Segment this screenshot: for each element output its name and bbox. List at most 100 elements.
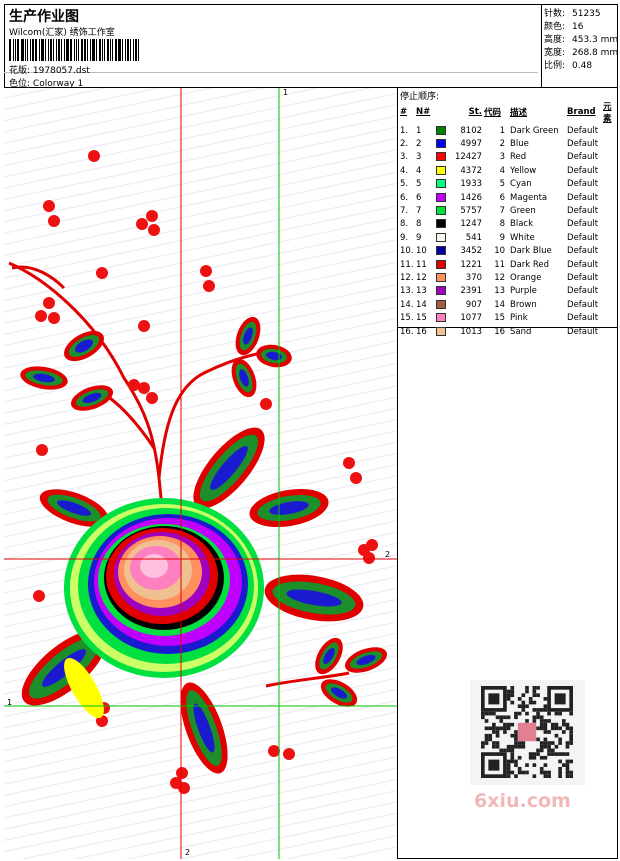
col-desc: 描述 [510, 108, 528, 118]
cell-swatch [435, 271, 449, 284]
barcode-bar [13, 39, 14, 61]
cell-brand: Default [567, 232, 599, 243]
cell-num: 13. [400, 286, 414, 297]
cell-st: 4372 [460, 165, 483, 176]
barcode-bar [27, 39, 28, 61]
table-row[interactable]: 7. 7 5757 7 Green Default [399, 204, 618, 217]
color-swatch [436, 326, 446, 336]
cell-st: 3452 [460, 246, 483, 257]
cell-swatch [435, 298, 449, 311]
cell-desc: Green [510, 206, 536, 217]
cell-code: 10 [494, 246, 506, 257]
barcode-bar [122, 39, 123, 61]
barcode-bar [99, 39, 101, 61]
barcode-bar [81, 39, 83, 61]
table-row[interactable]: 4. 4 4372 4 Yellow Default [399, 164, 618, 177]
berry [350, 472, 362, 484]
cell-code: 12 [494, 272, 506, 283]
barcode-bar [39, 39, 40, 61]
table-row[interactable]: 1. 1 8102 1 Dark Green Default [399, 124, 618, 137]
table-row[interactable]: 13. 13 2391 13 Purple Default [399, 285, 618, 298]
table-row[interactable]: 8. 8 1247 8 Black Default [399, 218, 618, 231]
cell-n: 15 [416, 313, 427, 324]
cell-desc: Magenta [510, 192, 548, 203]
table-row[interactable]: 5. 5 1933 5 Cyan Default [399, 178, 618, 191]
col-st: St. [468, 107, 483, 117]
color-swatch [436, 286, 446, 296]
cell-n: 10 [416, 246, 427, 257]
barcode-bar [41, 39, 44, 61]
color-swatch [436, 259, 446, 269]
cell-code: 14 [494, 299, 506, 310]
stop-sequence-panel: 停止顺序: # N# St. 代码 描述 Brand 元素 1. 1 8102 1 Da… [398, 88, 618, 337]
cell-st: 1221 [460, 259, 483, 270]
color-swatch [436, 313, 446, 323]
cell-desc: Orange [510, 272, 542, 283]
barcode-bar [138, 39, 139, 61]
cell-swatch [435, 137, 449, 150]
cell-swatch [435, 285, 449, 298]
cell-num: 14. [400, 299, 414, 310]
cell-st: 370 [465, 272, 483, 283]
design-canvas[interactable]: 1 1 2 2 [4, 88, 398, 859]
cell-n: 16 [416, 326, 427, 337]
cell-brand: Default [567, 139, 599, 150]
cell-swatch [435, 151, 449, 164]
cell-swatch [435, 164, 449, 177]
table-row[interactable]: 12. 12 370 12 Orange Default [399, 271, 618, 284]
cell-swatch [435, 258, 449, 271]
cell-st: 1077 [460, 313, 483, 324]
cell-swatch [435, 325, 449, 338]
table-row[interactable]: 16. 16 1013 16 Sand Default [399, 325, 618, 338]
stat-scale: 比例: 0.48 [544, 61, 593, 71]
cell-element [602, 325, 618, 338]
barcode-bar [50, 39, 52, 61]
cell-brand: Default [567, 259, 599, 270]
color-swatch [436, 125, 446, 135]
berry [36, 444, 48, 456]
barcode-bar [96, 39, 97, 61]
cell-num: 6. [400, 192, 409, 203]
cell-element [602, 298, 618, 311]
berry [43, 200, 55, 212]
barcode-bar [130, 39, 131, 61]
cell-desc: Cyan [510, 179, 532, 190]
cell-code: 8 [499, 219, 506, 230]
cell-n: 7 [416, 206, 422, 217]
cell-element [602, 204, 618, 217]
berry [148, 224, 160, 236]
barcode-bar [25, 39, 26, 61]
berry [138, 382, 150, 394]
qr-logo-icon [517, 722, 537, 742]
table-row[interactable]: 15. 15 1077 15 Pink Default [399, 311, 618, 324]
barcode-bar [115, 39, 117, 61]
table-row[interactable]: 2. 2 4997 2 Blue Default [399, 137, 618, 150]
barcode-bar [48, 39, 49, 61]
table-row[interactable]: 6. 6 1426 6 Magenta Default [399, 191, 618, 204]
table-row[interactable]: 9. 9 541 9 White Default [399, 231, 618, 244]
table-row[interactable]: 14. 14 907 14 Brown Default [399, 298, 618, 311]
table-row[interactable]: 10. 10 3452 10 Dark Blue Default [399, 245, 618, 258]
barcode-bar [78, 39, 79, 61]
cell-desc: Dark Red [510, 259, 550, 270]
table-row[interactable]: 3. 3 12427 3 Red Default [399, 151, 618, 164]
color-swatch [436, 192, 446, 202]
cell-n: 12 [416, 272, 427, 283]
cell-brand: Default [567, 165, 599, 176]
cell-brand: Default [567, 219, 599, 230]
cell-brand: Default [567, 286, 599, 297]
cell-n: 11 [416, 259, 427, 270]
barcode-bar [118, 39, 121, 61]
cell-element [602, 311, 618, 324]
axis-label-red-bottom: 2 [185, 848, 191, 857]
table-row[interactable]: 11. 11 1221 11 Dark Red Default [399, 258, 618, 271]
peony-flower [64, 498, 264, 678]
cell-brand: Default [567, 192, 599, 203]
cell-code: 1 [499, 125, 506, 136]
col-num: # [400, 107, 408, 117]
berry [176, 767, 188, 779]
cell-num: 8. [400, 219, 409, 230]
cell-st: 5757 [460, 206, 483, 217]
axis-label-green-top: 1 [283, 88, 289, 97]
barcode [9, 39, 143, 61]
